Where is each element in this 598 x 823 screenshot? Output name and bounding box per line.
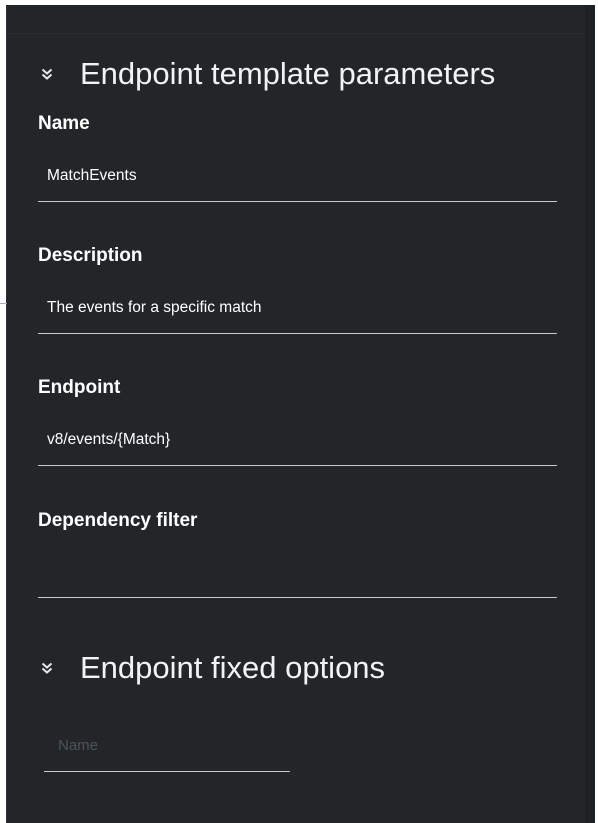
section-header-template-parameters[interactable]: Endpoint template parameters: [38, 56, 495, 92]
fixed-option-name-input[interactable]: [58, 737, 278, 754]
panel-scrollbar-track[interactable]: [585, 5, 595, 823]
section-title: Endpoint fixed options: [80, 650, 386, 685]
description-field-value: The events for a specific match: [47, 299, 262, 316]
dependency-filter-label: Dependency filter: [38, 510, 198, 531]
panel-top-divider: [7, 33, 589, 34]
name-field[interactable]: MatchEvents: [38, 155, 557, 202]
name-field-value: MatchEvents: [47, 167, 137, 184]
section-header-fixed-options[interactable]: Endpoint fixed options: [38, 650, 385, 686]
endpoint-settings-panel: Endpoint template parameters Name MatchE…: [6, 5, 595, 823]
name-label: Name: [38, 113, 90, 134]
section-title: Endpoint template parameters: [80, 56, 496, 91]
double-chevron-down-icon: [41, 68, 53, 80]
endpoint-field[interactable]: v8/events/{Match}: [38, 419, 557, 466]
drag-handle-tick: [0, 303, 7, 304]
double-chevron-down-icon: [41, 662, 53, 674]
dependency-filter-field[interactable]: [38, 551, 557, 598]
endpoint-label: Endpoint: [38, 377, 121, 398]
endpoint-field-value: v8/events/{Match}: [47, 431, 171, 448]
description-label: Description: [38, 245, 143, 266]
description-field[interactable]: The events for a specific match: [38, 287, 557, 334]
fixed-option-name-field[interactable]: [44, 725, 290, 772]
